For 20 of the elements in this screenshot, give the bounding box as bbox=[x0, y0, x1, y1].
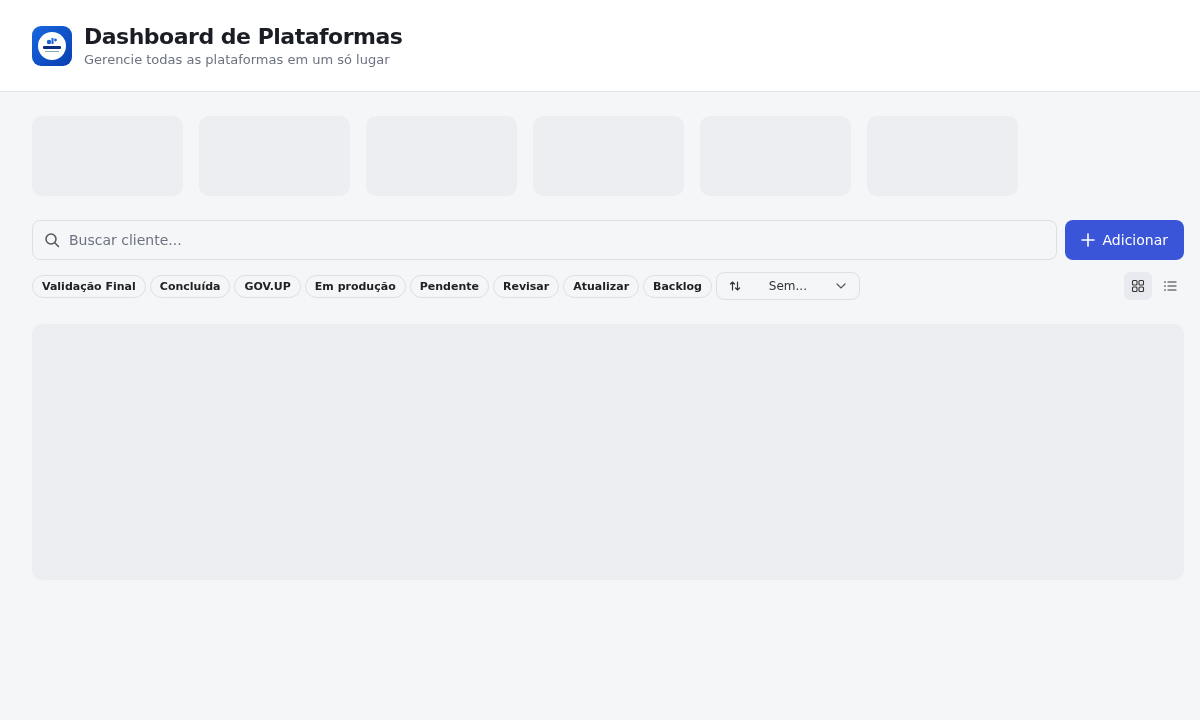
sort-icon bbox=[728, 280, 741, 292]
plus-icon bbox=[1080, 233, 1095, 247]
filter-chip[interactable]: Em produção bbox=[304, 274, 406, 298]
filter-chip[interactable]: Pendente bbox=[409, 274, 489, 298]
filter-chip[interactable]: GOV.UP bbox=[234, 274, 301, 298]
filter-chip[interactable]: Atualizar bbox=[563, 274, 640, 298]
filter-chip[interactable]: Backlog bbox=[643, 274, 712, 298]
search-field[interactable]: Buscar cliente... bbox=[32, 220, 1057, 260]
grid-icon bbox=[1131, 279, 1145, 293]
page-subtitle: Gerencie todas as plataformas em um só lugar bbox=[84, 52, 391, 67]
add-button[interactable]: Adicionar bbox=[1064, 220, 1184, 260]
app-logo-icon bbox=[32, 25, 72, 66]
sort-dropdown[interactable]: Sem... bbox=[715, 272, 860, 300]
filter-chip[interactable]: Concluída bbox=[149, 274, 231, 298]
filter-chip[interactable]: Validação Final bbox=[32, 274, 146, 298]
filter-chip[interactable]: Revisar bbox=[492, 274, 560, 298]
list-icon bbox=[1163, 279, 1177, 293]
page-title: Dashboard de Plataformas bbox=[84, 24, 403, 49]
grid-view-button[interactable] bbox=[1124, 272, 1152, 300]
search-icon bbox=[44, 232, 60, 248]
